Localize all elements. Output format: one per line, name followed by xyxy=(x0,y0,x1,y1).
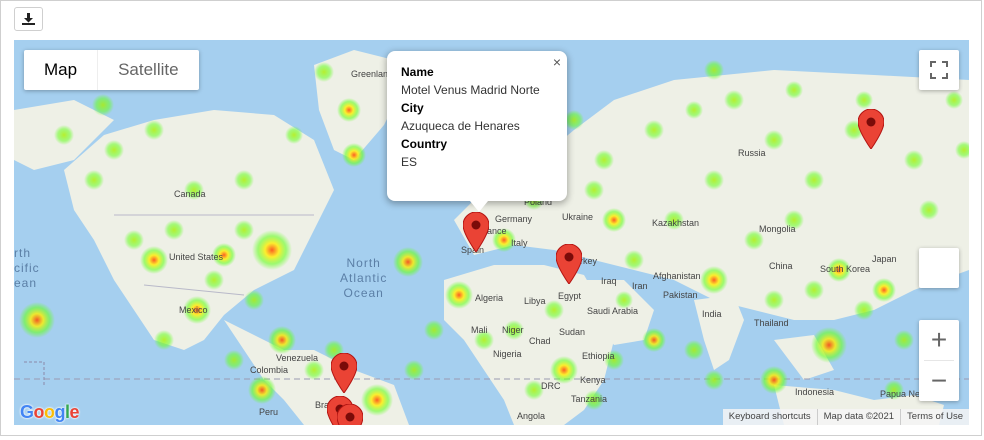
label-china: China xyxy=(769,261,793,271)
label-tanzania: Tanzania xyxy=(571,394,608,404)
label-india: India xyxy=(702,309,722,319)
label-russia: Russia xyxy=(738,148,766,158)
label-thailand: Thailand xyxy=(754,318,789,328)
label-saudi-arabia: Saudi Arabia xyxy=(587,306,639,316)
map-data-text: Map data ©2021 xyxy=(816,409,900,425)
fullscreen-icon xyxy=(930,61,948,79)
label-egypt: Egypt xyxy=(558,291,582,301)
label-ukraine: Ukraine xyxy=(562,212,594,222)
map-type-map-button[interactable]: Map xyxy=(24,50,97,90)
label-kenya: Kenya xyxy=(580,375,606,385)
info-country-value: ES xyxy=(401,155,418,169)
street-view-button[interactable] xyxy=(919,248,959,288)
label-peru: Peru xyxy=(259,407,279,417)
label-kazakhstan: Kazakhstan xyxy=(652,218,700,228)
keyboard-shortcuts-link[interactable]: Keyboard shortcuts xyxy=(723,409,817,425)
label-venezuela: Venezuela xyxy=(276,353,319,363)
label-papua: Papua Ne xyxy=(880,389,921,399)
download-button[interactable] xyxy=(14,7,43,31)
info-country-label: Country xyxy=(401,137,447,151)
map-marker[interactable] xyxy=(337,404,363,425)
info-window: × Name Motel Venus Madrid Norte City Azu… xyxy=(387,51,567,201)
map-marker[interactable] xyxy=(331,353,357,393)
label-nigeria: Nigeria xyxy=(493,349,522,359)
google-logo[interactable]: Google xyxy=(20,402,80,423)
info-city-value: Azuqueca de Henares xyxy=(401,119,520,133)
label-algeria: Algeria xyxy=(475,293,504,303)
map-marker[interactable] xyxy=(556,244,582,284)
label-sudan: Sudan xyxy=(559,327,586,337)
label-united-states: United States xyxy=(169,252,224,262)
map-widget: Greenland Canada United States Mexico Ve… xyxy=(0,0,982,436)
label-afghanistan: Afghanistan xyxy=(653,271,701,281)
label-niger: Niger xyxy=(502,325,524,335)
label-drc: DRC xyxy=(541,381,561,391)
info-window-tail xyxy=(470,201,488,212)
info-name-label: Name xyxy=(401,65,434,79)
label-mexico: Mexico xyxy=(179,305,208,315)
download-icon xyxy=(22,13,35,25)
info-name-value: Motel Venus Madrid Norte xyxy=(401,83,540,97)
fullscreen-button[interactable] xyxy=(919,50,959,90)
label-pakistan: Pakistan xyxy=(663,290,698,300)
label-turkey: rkey xyxy=(580,256,598,266)
map-canvas[interactable]: Greenland Canada United States Mexico Ve… xyxy=(14,40,969,425)
label-chad: Chad xyxy=(529,336,551,346)
zoom-in-button[interactable]: + xyxy=(919,320,959,360)
info-city-label: City xyxy=(401,101,424,115)
map-marker[interactable] xyxy=(463,212,489,252)
label-italy: Italy xyxy=(511,238,528,248)
map-marker[interactable] xyxy=(858,109,884,149)
zoom-out-button[interactable]: − xyxy=(919,361,959,401)
label-north-pacific: rth cific ean xyxy=(14,246,40,290)
label-libya: Libya xyxy=(524,296,546,306)
map-type-satellite-button[interactable]: Satellite xyxy=(97,50,198,90)
terms-of-use-link[interactable]: Terms of Use xyxy=(900,409,969,425)
map-attribution: Keyboard shortcuts Map data ©2021 Terms … xyxy=(722,409,969,425)
label-japan: Japan xyxy=(872,254,897,264)
label-iran: Iran xyxy=(632,281,648,291)
close-icon[interactable]: × xyxy=(553,53,561,71)
label-iraq: Iraq xyxy=(601,276,617,286)
zoom-control: + − xyxy=(919,320,959,401)
label-mongolia: Mongolia xyxy=(759,224,796,234)
label-canada: Canada xyxy=(174,189,206,199)
label-indonesia: Indonesia xyxy=(795,387,835,397)
label-south-korea: South Korea xyxy=(820,264,871,274)
label-ethiopia: Ethiopia xyxy=(582,351,615,361)
label-north-atlantic: North Atlantic Ocean xyxy=(340,256,388,300)
label-colombia: Colombia xyxy=(250,365,289,375)
label-germany: Germany xyxy=(495,214,533,224)
map-type-control: Map Satellite xyxy=(24,50,199,90)
label-angola: Angola xyxy=(517,411,546,421)
label-mali: Mali xyxy=(471,325,488,335)
